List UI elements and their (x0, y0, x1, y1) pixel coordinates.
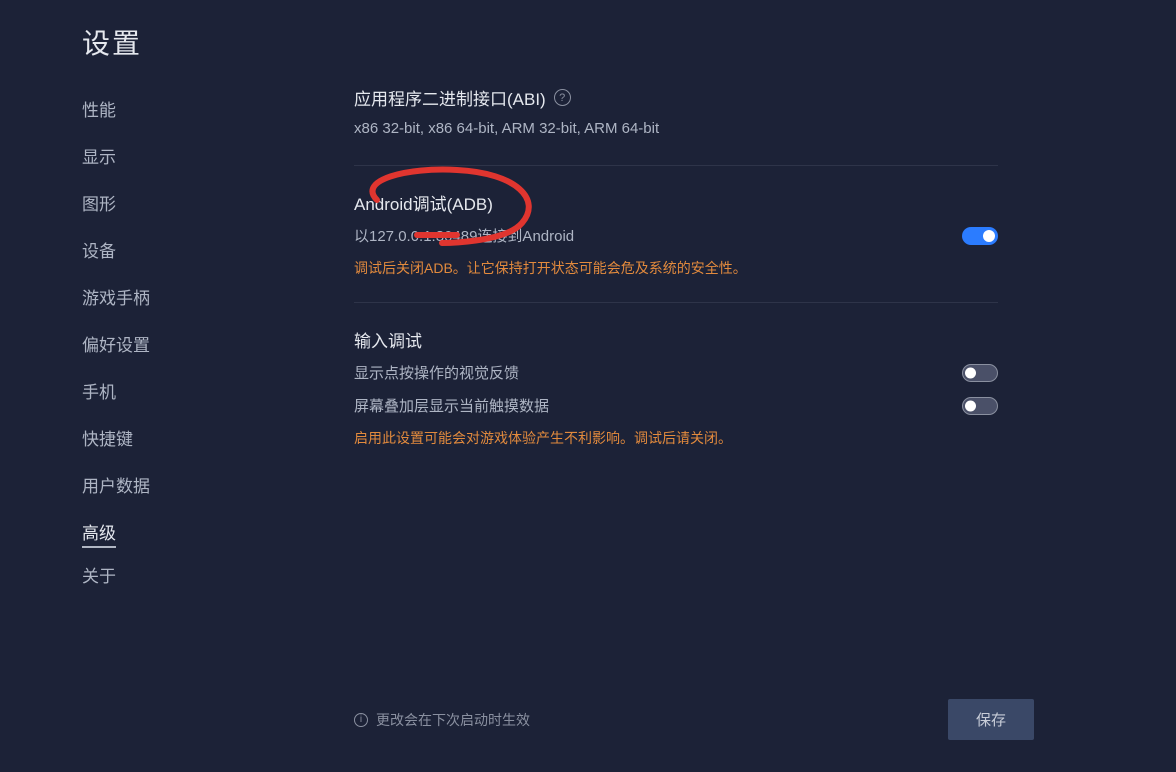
sidebar-item-graphics[interactable]: 图形 (82, 182, 116, 223)
sidebar-item-advanced[interactable]: 高级 (82, 511, 116, 548)
visual-feedback-row: 显示点按操作的视觉反馈 (354, 362, 998, 383)
adb-toggle[interactable] (962, 227, 998, 245)
info-icon: i (354, 713, 368, 727)
abi-section-title: 应用程序二进制接口(ABI) ? (354, 85, 998, 110)
sidebar-item-userdata[interactable]: 用户数据 (82, 464, 150, 505)
sidebar-item-preferences[interactable]: 偏好设置 (82, 323, 150, 364)
sidebar-item-display[interactable]: 显示 (82, 135, 116, 176)
input-debug-warning: 启用此设置可能会对游戏体验产生不利影响。调试后请关闭。 (354, 428, 998, 448)
input-debug-title-text: 输入调试 (354, 327, 422, 352)
footer-note: i 更改会在下次启动时生效 (354, 710, 530, 730)
touch-overlay-row: 屏幕叠加层显示当前触摸数据 (354, 395, 998, 416)
footer-note-text: 更改会在下次启动时生效 (376, 710, 530, 730)
adb-connection-label: 以127.0.0.1:30489连接到Android (354, 225, 574, 246)
divider (354, 302, 998, 303)
sidebar-item-shortcuts[interactable]: 快捷键 (82, 417, 133, 458)
sidebar-item-phone[interactable]: 手机 (82, 370, 116, 411)
adb-connection-row: 以127.0.0.1:30489连接到Android (354, 225, 998, 246)
input-debug-title: 输入调试 (354, 327, 998, 352)
save-button[interactable]: 保存 (948, 699, 1034, 740)
sidebar-item-gamepad[interactable]: 游戏手柄 (82, 276, 150, 317)
visual-feedback-toggle[interactable] (962, 364, 998, 382)
page-title: 设置 (82, 22, 142, 62)
adb-title-text: Android调试(ADB) (354, 190, 493, 215)
footer: i 更改会在下次启动时生效 保存 (354, 699, 1034, 740)
sidebar-item-device[interactable]: 设备 (82, 229, 116, 270)
touch-overlay-label: 屏幕叠加层显示当前触摸数据 (354, 395, 549, 416)
touch-overlay-toggle[interactable] (962, 397, 998, 415)
abi-value: x86 32-bit, x86 64-bit, ARM 32-bit, ARM … (354, 120, 998, 137)
adb-warning: 调试后关闭ADB。让它保持打开状态可能会危及系统的安全性。 (354, 258, 998, 278)
content-panel: 应用程序二进制接口(ABI) ? x86 32-bit, x86 64-bit,… (354, 85, 998, 472)
sidebar: 性能 显示 图形 设备 游戏手柄 偏好设置 手机 快捷键 用户数据 高级 关于 (82, 88, 262, 601)
divider (354, 165, 998, 166)
visual-feedback-label: 显示点按操作的视觉反馈 (354, 362, 519, 383)
adb-section-title: Android调试(ADB) (354, 190, 998, 215)
abi-title-text: 应用程序二进制接口(ABI) (354, 85, 546, 110)
help-icon[interactable]: ? (554, 89, 571, 106)
sidebar-item-about[interactable]: 关于 (82, 554, 116, 595)
sidebar-item-performance[interactable]: 性能 (82, 88, 116, 129)
